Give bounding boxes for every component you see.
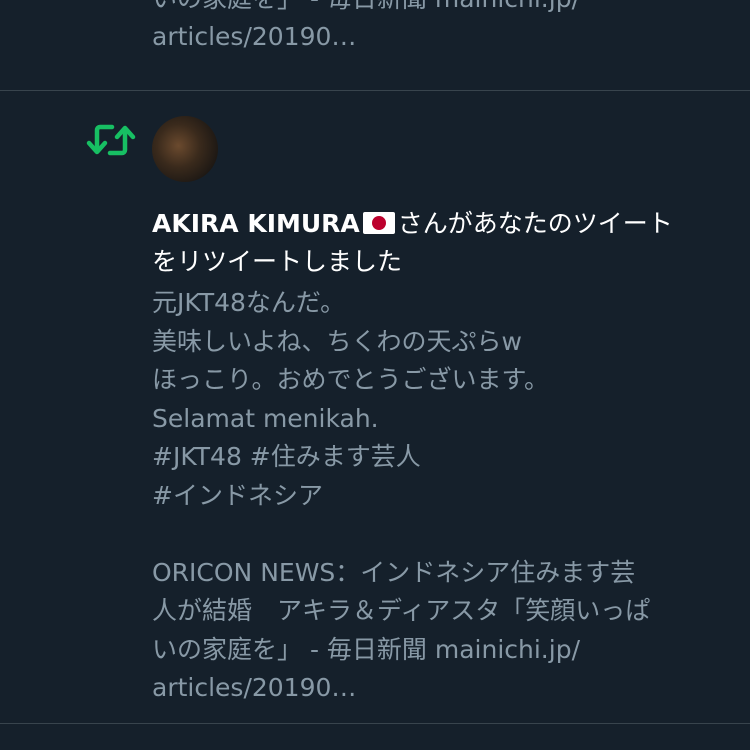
tweet-line: 美味しいよね、ちくわの天ぷらw — [152, 326, 522, 356]
retweet-icon — [86, 124, 136, 156]
previous-tweet-line: articles/20190… — [152, 22, 357, 51]
divider — [0, 723, 750, 724]
tweet-line: ORICON NEWS：インドネシア住みます芸 — [152, 557, 636, 587]
tweet-link-line[interactable]: articles/20190… — [152, 669, 732, 708]
tweet-hashtags[interactable]: #インドネシア — [152, 477, 732, 516]
japan-flag-icon — [362, 212, 395, 234]
tweet-line: 元JKT48なんだ。 — [152, 288, 346, 317]
notification-action-text-2: をリツイートしました — [152, 247, 403, 276]
tweet-line: 人が結婚 アキラ＆ディアスタ「笑顔いっぱ — [152, 596, 651, 625]
notification-headline: AKIRA KIMURA さんがあなたのツイート をリツイートしました — [152, 205, 732, 281]
avatar[interactable] — [152, 116, 218, 182]
divider — [0, 90, 750, 91]
user-name[interactable]: AKIRA KIMURA — [152, 209, 360, 238]
tweet-hashtags[interactable]: #JKT48 #住みます芸人 — [152, 438, 732, 477]
tweet-line: Selamat menikah. — [152, 403, 379, 433]
tweet-line: ほっこり。おめでとうございます。 — [152, 365, 550, 394]
previous-tweet-line: いの家庭を」 - 毎日新聞 mainichi.jp/ — [152, 0, 732, 18]
tweet-text[interactable]: 元JKT48なんだ。 美味しいよね、ちくわの天ぷらw ほっこり。おめでとうござい… — [152, 284, 732, 708]
tweet-link-line[interactable]: いの家庭を」 - 毎日新聞 mainichi.jp/ — [152, 631, 732, 670]
previous-tweet-tail[interactable]: いの家庭を」 - 毎日新聞 mainichi.jp/ articles/2019… — [152, 0, 732, 56]
notification-action-text: さんがあなたのツイート — [397, 209, 673, 238]
